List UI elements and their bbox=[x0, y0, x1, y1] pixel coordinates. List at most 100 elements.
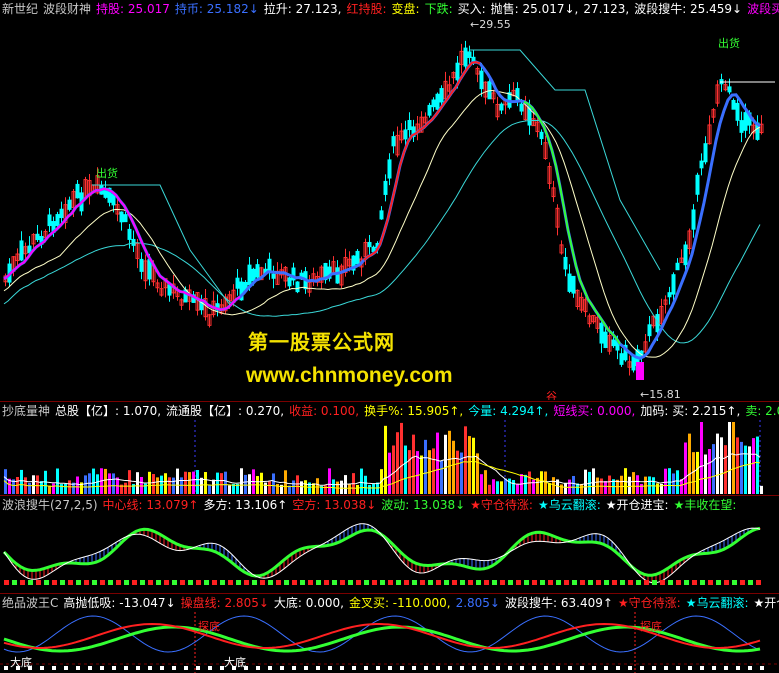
volume-bar bbox=[672, 473, 675, 494]
candle-body bbox=[335, 267, 340, 284]
volume-bar bbox=[504, 478, 507, 494]
volume-bar bbox=[620, 475, 623, 494]
volume-bar bbox=[196, 470, 199, 494]
candle-body bbox=[367, 241, 372, 248]
volume-bar bbox=[736, 437, 739, 494]
signal-square bbox=[740, 580, 745, 585]
volume-chart[interactable] bbox=[0, 402, 779, 494]
signal-square bbox=[756, 580, 761, 585]
signal-square bbox=[4, 580, 9, 585]
signal-square bbox=[212, 580, 217, 585]
signal-square bbox=[700, 666, 704, 670]
signal-square bbox=[188, 580, 193, 585]
candle-body bbox=[619, 353, 624, 365]
volume-bar bbox=[500, 481, 503, 494]
volume-bar bbox=[264, 482, 267, 494]
volume-bar bbox=[564, 483, 567, 494]
signal-square bbox=[84, 580, 89, 585]
signal-square bbox=[236, 580, 241, 585]
volume-bar bbox=[708, 449, 711, 494]
volume-bar bbox=[592, 468, 595, 494]
signal-square bbox=[100, 666, 104, 670]
volume-bar bbox=[164, 473, 167, 494]
signal-square bbox=[300, 580, 305, 585]
signal-square bbox=[100, 580, 105, 585]
signal-square bbox=[592, 666, 596, 670]
volume-panel[interactable]: 抄底量神 总股【亿】: 1.070, 流通股【亿】: 0.270, 收益: 0.100… bbox=[0, 402, 779, 494]
signal-square bbox=[12, 580, 17, 585]
signal-square bbox=[588, 580, 593, 585]
signal-square bbox=[616, 666, 620, 670]
signal-square bbox=[404, 580, 409, 585]
volume-bar bbox=[572, 475, 575, 494]
volume-bar bbox=[356, 484, 359, 494]
main-chart-panel[interactable]: 新世纪 波段财神 持股: 25.017 持币: 25.182↓ 拉升: 27.123, 红… bbox=[0, 0, 779, 400]
candle-body bbox=[695, 174, 700, 195]
signal-square bbox=[476, 580, 481, 585]
signal-square bbox=[180, 580, 185, 585]
candle-body bbox=[735, 102, 740, 121]
signal-square bbox=[508, 666, 512, 670]
signal-square bbox=[668, 580, 673, 585]
signal-square bbox=[364, 580, 369, 585]
candle-body bbox=[19, 240, 24, 261]
candle-body bbox=[271, 273, 276, 279]
signal-square bbox=[596, 580, 601, 585]
wave-oscillator-chart[interactable] bbox=[0, 496, 779, 592]
signal-square bbox=[452, 580, 457, 585]
volume-bar bbox=[640, 483, 643, 494]
signal-square bbox=[712, 666, 716, 670]
volume-bar bbox=[340, 480, 343, 494]
volume-bar bbox=[108, 473, 111, 494]
trend-line-segment bbox=[3, 187, 241, 311]
signal-square bbox=[396, 580, 401, 585]
signal-square bbox=[380, 580, 385, 585]
volume-bar bbox=[608, 475, 611, 494]
volume-bar bbox=[484, 470, 487, 494]
signal-square bbox=[204, 580, 209, 585]
volume-bar bbox=[644, 476, 647, 494]
signal-square bbox=[500, 580, 505, 585]
signal-square bbox=[124, 666, 128, 670]
volume-bar bbox=[20, 469, 23, 494]
candle-body bbox=[67, 199, 72, 210]
volume-bar bbox=[324, 485, 327, 494]
signal-square bbox=[652, 580, 657, 585]
signal-square bbox=[564, 580, 569, 585]
candle-body bbox=[691, 209, 696, 230]
bottom-oscillator-chart[interactable] bbox=[0, 594, 779, 673]
volume-bar bbox=[464, 426, 467, 494]
signal-square bbox=[532, 580, 537, 585]
candle-body bbox=[139, 258, 144, 272]
volume-bar bbox=[248, 474, 251, 494]
volume-bar bbox=[680, 479, 683, 494]
volume-bar bbox=[472, 437, 475, 494]
volume-bar bbox=[744, 445, 747, 494]
candle-body bbox=[435, 93, 440, 110]
signal-square bbox=[112, 666, 116, 670]
signal-square bbox=[492, 580, 497, 585]
volume-bar bbox=[732, 422, 735, 494]
signal-square bbox=[556, 580, 561, 585]
wave-oscillator-panel[interactable]: 波浪搜牛(27,2,5) 中心线: 13.079↑ 多方: 13.106↑ 空方: 1… bbox=[0, 496, 779, 592]
bottom-oscillator-panel[interactable]: 绝品波王C 高抛低吸: -13.047↓ 操盘线: 2.805↓ 大底: 0.000,… bbox=[0, 594, 779, 673]
signal-square bbox=[52, 666, 56, 670]
signal-square bbox=[284, 580, 289, 585]
volume-bar bbox=[760, 485, 763, 494]
signal-square bbox=[88, 666, 92, 670]
scout-label-1: 探底 bbox=[198, 620, 220, 633]
signal-square bbox=[544, 666, 548, 670]
volume-bar bbox=[268, 481, 271, 494]
volume-bar bbox=[688, 433, 691, 494]
volume-bar bbox=[260, 472, 263, 494]
volume-bar bbox=[300, 481, 303, 494]
candle-body bbox=[247, 264, 252, 286]
volume-bar bbox=[96, 474, 99, 494]
signal-square bbox=[208, 666, 212, 670]
signal-square bbox=[724, 580, 729, 585]
candle-body bbox=[455, 62, 460, 81]
signal-square bbox=[516, 580, 521, 585]
signal-square bbox=[20, 580, 25, 585]
signal-square bbox=[44, 580, 49, 585]
volume-bar bbox=[404, 445, 407, 494]
